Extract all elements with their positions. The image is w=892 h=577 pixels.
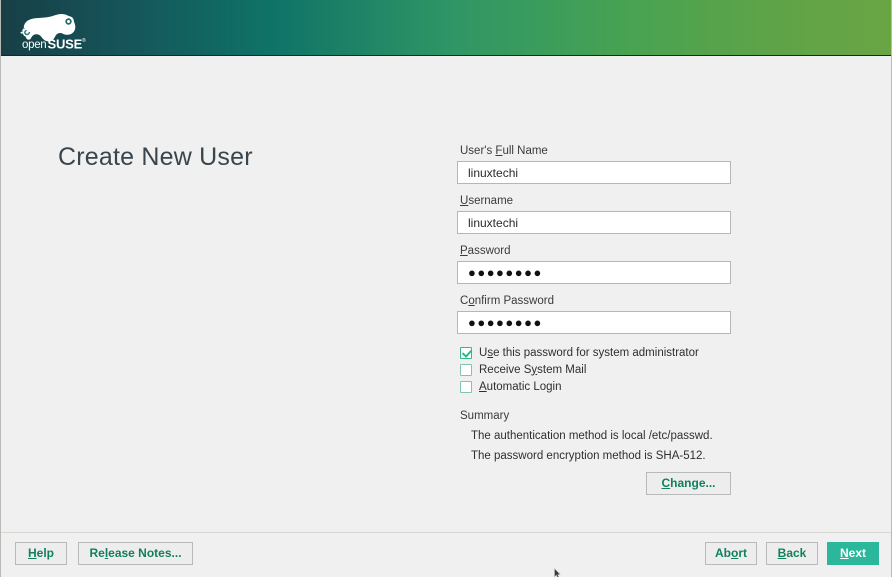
mouse-cursor-icon xyxy=(554,566,561,577)
username-label: Username xyxy=(460,195,514,207)
svg-text:SUSE: SUSE xyxy=(48,36,83,51)
checkbox-use-password-for-admin[interactable] xyxy=(460,346,472,359)
user-form: User's Full Name Username Password Confi… xyxy=(457,144,731,495)
confirm-password-input[interactable] xyxy=(457,311,731,334)
bottom-separator xyxy=(1,532,891,533)
username-input[interactable] xyxy=(457,211,731,234)
abort-button[interactable]: Abort xyxy=(705,542,757,565)
header-banner: open SUSE ® xyxy=(1,0,891,56)
password-label: Password xyxy=(460,245,511,257)
opensuse-logo: open SUSE ® xyxy=(14,4,106,52)
full-name-input[interactable] xyxy=(457,161,731,184)
svg-text:open: open xyxy=(22,39,46,51)
options-group: Use this password for system administrat… xyxy=(460,345,731,394)
help-button[interactable]: Help xyxy=(15,542,67,565)
full-name-label: User's Full Name xyxy=(460,145,548,157)
summary-title: Summary xyxy=(460,410,510,422)
next-button[interactable]: Next xyxy=(827,542,879,565)
bottom-bar-left: Help Release Notes... xyxy=(15,542,193,565)
checkbox-label-use-password-for-admin: Use this password for system administrat… xyxy=(479,346,699,359)
password-input[interactable] xyxy=(457,261,731,284)
svg-text:®: ® xyxy=(82,37,86,44)
release-notes-button[interactable]: Release Notes... xyxy=(78,542,193,565)
checkbox-row-automatic-login[interactable]: Automatic Login xyxy=(460,379,731,394)
checkbox-row-receive-system-mail[interactable]: Receive System Mail xyxy=(460,362,731,377)
summary-line-encryption: The password encryption method is SHA-51… xyxy=(471,450,706,462)
bottom-bar-right: Abort Back Next xyxy=(705,542,879,565)
checkbox-label-automatic-login: Automatic Login xyxy=(479,380,562,393)
installer-window: open SUSE ® Create New User User's Full … xyxy=(0,0,892,577)
back-button[interactable]: Back xyxy=(766,542,818,565)
checkbox-receive-system-mail[interactable] xyxy=(460,363,472,376)
checkbox-row-use-password-for-admin[interactable]: Use this password for system administrat… xyxy=(460,345,731,360)
confirm-password-label: Confirm Password xyxy=(460,295,554,307)
change-button[interactable]: Change... xyxy=(646,472,731,495)
summary-line-authentication: The authentication method is local /etc/… xyxy=(471,430,713,442)
page-title: Create New User xyxy=(58,143,253,171)
checkbox-label-receive-system-mail: Receive System Mail xyxy=(479,363,587,376)
checkbox-automatic-login[interactable] xyxy=(460,380,472,393)
